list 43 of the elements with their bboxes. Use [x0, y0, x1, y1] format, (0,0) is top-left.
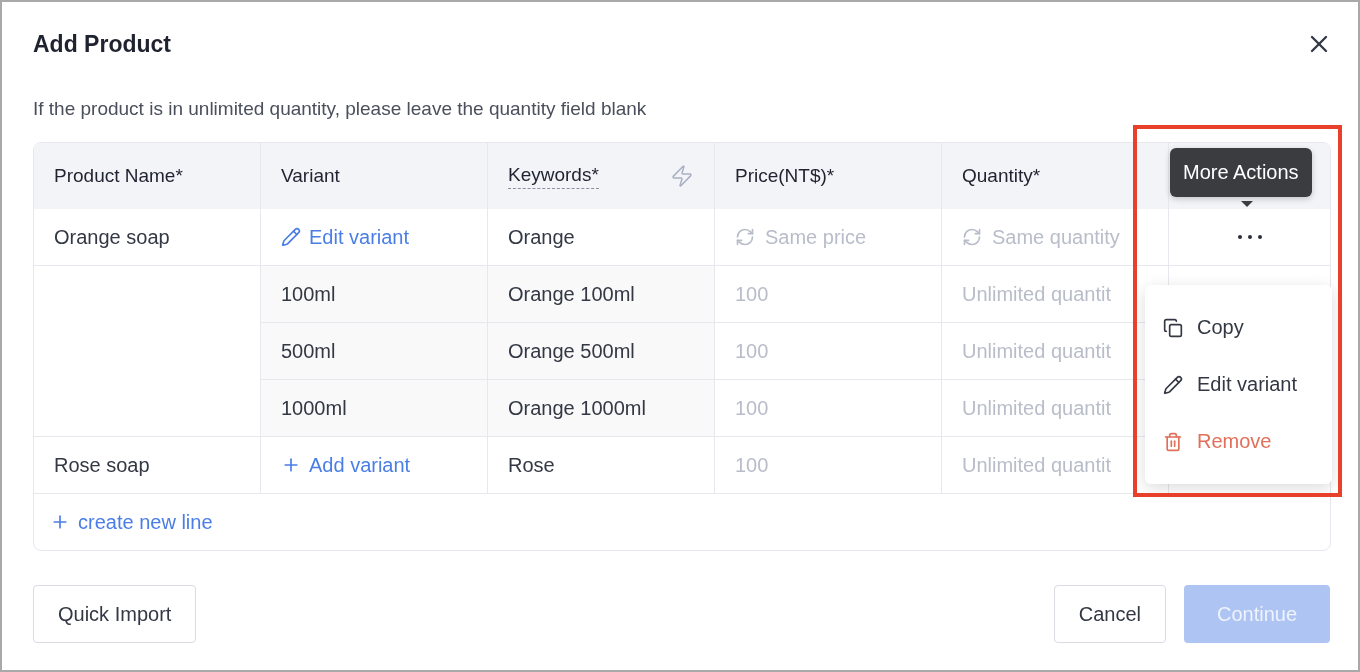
cancel-button[interactable]: Cancel [1053, 585, 1166, 643]
variant-name: 1000ml [281, 396, 347, 420]
sync-icon [735, 227, 755, 247]
keywords-text: Rose [508, 453, 555, 477]
tooltip: More Actions [1170, 148, 1312, 197]
trash-icon [1163, 431, 1183, 452]
input-field[interactable]: 100 [735, 453, 769, 477]
tooltip-arrow [1241, 201, 1253, 207]
input-field[interactable]: Unlimited quantit [962, 339, 1111, 363]
column-header: Keywords* [488, 143, 715, 209]
input-field[interactable]: Unlimited quantit [962, 453, 1111, 477]
edit-variant-link[interactable]: Edit variant [281, 225, 410, 249]
variant-name: 100ml [281, 282, 336, 306]
column-header: Variant [261, 143, 488, 209]
input-field[interactable]: Same quantity [962, 225, 1120, 249]
dialog-title: Add Product [33, 30, 171, 58]
input-field[interactable]: 100 [735, 282, 769, 306]
notice-text: If the product is in unlimited quantity, please leave the quantity field blank [33, 98, 648, 120]
column-header: Product Name* [34, 143, 261, 209]
copy-icon [1163, 317, 1183, 338]
menu-item[interactable]: Remove [1145, 413, 1332, 470]
keywords-text: Orange [508, 225, 575, 249]
input-field[interactable]: 100 [735, 339, 769, 363]
input-field[interactable]: 100 [735, 396, 769, 420]
add-variant-link[interactable]: Add variant [281, 453, 411, 477]
quick-import-button[interactable]: Quick Import [33, 585, 197, 643]
product-name: Rose soap [54, 453, 150, 477]
menu-item[interactable]: Copy [1145, 299, 1332, 356]
sync-icon [962, 227, 982, 247]
pencil-icon [1163, 374, 1183, 395]
column-header: Price(NT$)* [715, 143, 942, 209]
keywords-text: Orange 100ml [508, 282, 635, 306]
keywords-text: Orange 500ml [508, 339, 635, 363]
pencil-icon [281, 227, 301, 247]
input-field[interactable]: Unlimited quantit [962, 282, 1111, 306]
menu-item[interactable]: Edit variant [1145, 356, 1332, 413]
input-field[interactable]: Unlimited quantit [962, 396, 1111, 420]
keywords-text: Orange 1000ml [508, 396, 646, 420]
create-line-link[interactable]: create new line [50, 510, 213, 534]
column-header: Quantity* [942, 143, 1169, 209]
input-field[interactable]: Same price [735, 225, 867, 249]
variant-name: 500ml [281, 339, 336, 363]
product-name: Orange soap [54, 225, 170, 249]
